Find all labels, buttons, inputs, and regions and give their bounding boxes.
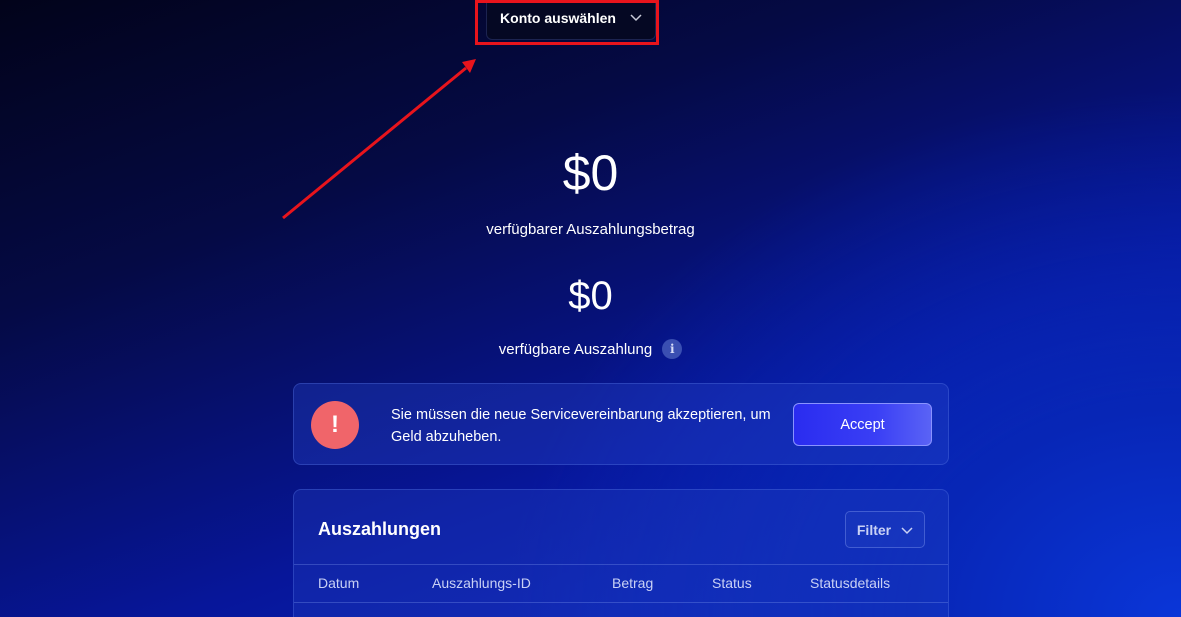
alert-icon: ! [311, 401, 359, 449]
column-header-date[interactable]: Datum [318, 575, 359, 591]
table-header-top-divider [294, 564, 948, 565]
filter-label: Filter [856, 521, 892, 538]
column-header-payout-id[interactable]: Auszahlungs-ID [432, 575, 531, 591]
payout-amount-caption: verfügbarer Auszahlungsbetrag [486, 221, 695, 238]
payouts-panel: Auszahlungen Filter Datum Auszahlungs-ID… [293, 489, 949, 617]
info-icon[interactable]: i [662, 339, 683, 359]
annotation-highlight-box [475, 0, 659, 45]
available-payout-caption: verfügbare Auszahlung [498, 340, 653, 358]
filter-button[interactable]: Filter [845, 511, 925, 548]
available-payout-caption-row: verfügbare Auszahlung i [0, 339, 1181, 359]
chevron-down-icon [901, 522, 913, 538]
payouts-title: Auszahlungen [318, 519, 442, 539]
service-agreement-notice: ! Sie müssen die neue Servicevereinbarun… [293, 383, 949, 465]
column-header-status[interactable]: Status [712, 575, 752, 591]
accept-button[interactable]: Accept [793, 403, 932, 446]
notice-message: Sie müssen die neue Servicevereinbarung … [391, 407, 771, 445]
available-payout-value: $0 [568, 274, 613, 318]
column-header-amount[interactable]: Betrag [612, 575, 653, 591]
column-header-status-details[interactable]: Statusdetails [810, 575, 890, 591]
table-header-bottom-divider [294, 602, 948, 603]
payout-amount-value: $0 [562, 145, 619, 201]
